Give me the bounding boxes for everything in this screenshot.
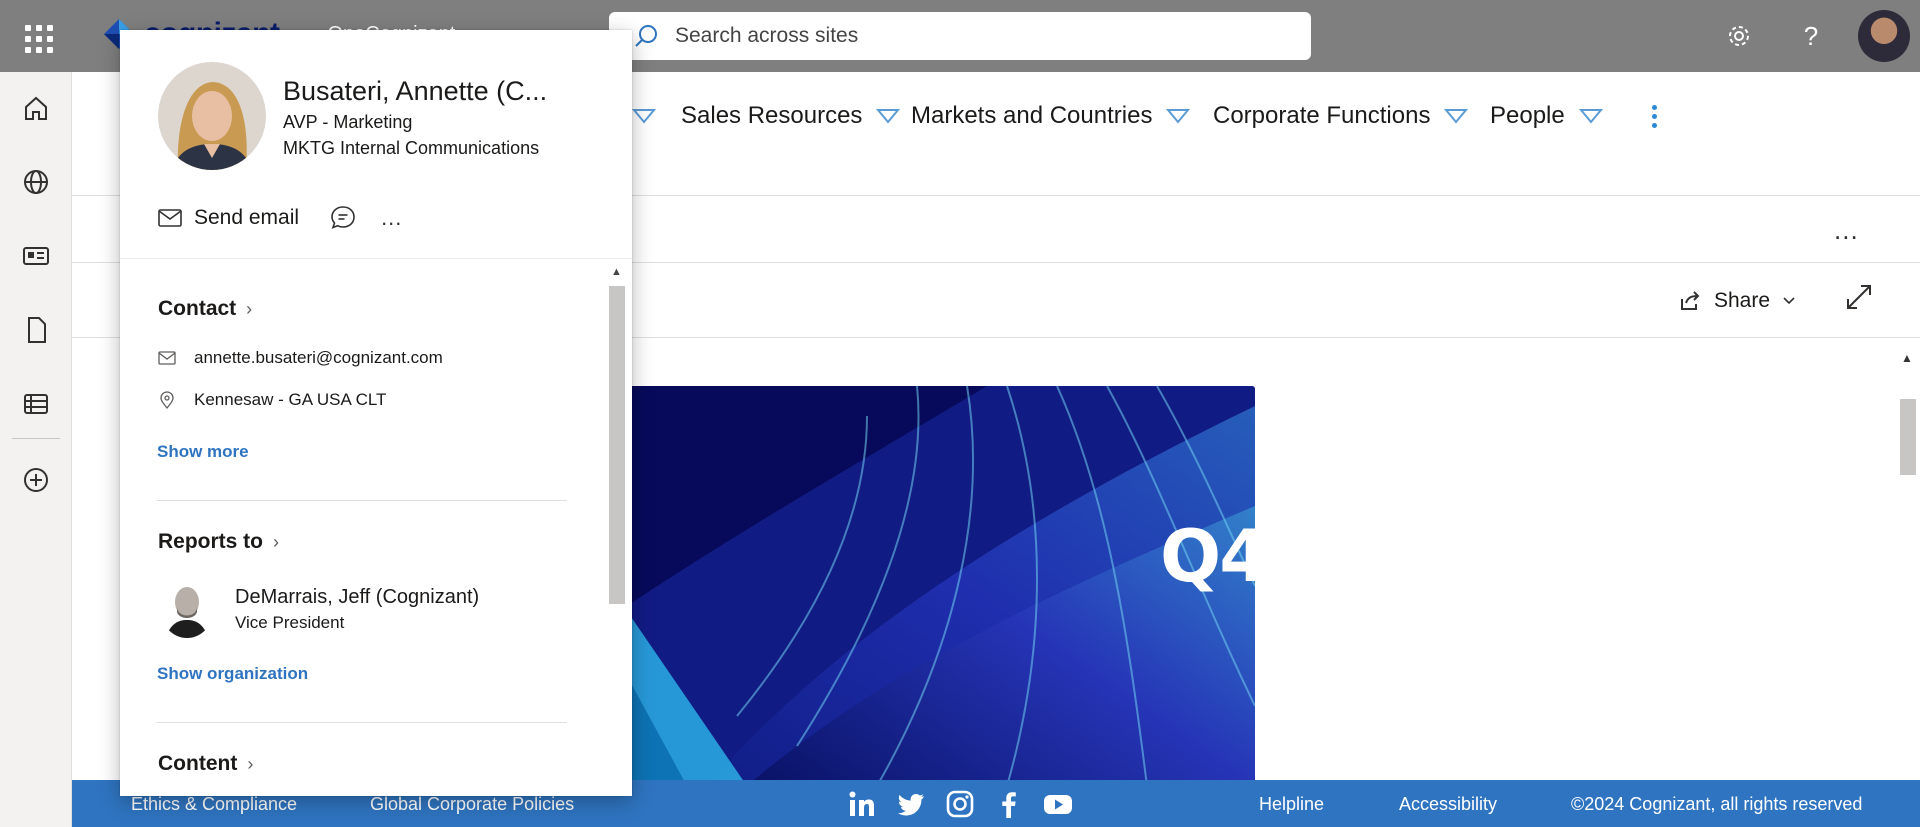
profile-actions: Send email ...	[158, 200, 402, 236]
chevron-down-icon[interactable]	[1782, 296, 1796, 306]
contact-heading[interactable]: Contact ›	[158, 297, 252, 321]
chat-icon[interactable]	[329, 204, 357, 232]
home-icon[interactable]	[20, 92, 52, 124]
contact-location-row: Kennesaw - GA USA CLT	[158, 390, 386, 410]
app-bar	[0, 72, 72, 827]
footer-link-ethics[interactable]: Ethics & Compliance	[131, 794, 297, 815]
globe-icon[interactable]	[20, 166, 52, 198]
reports-to-heading[interactable]: Reports to ›	[158, 530, 279, 554]
manager-title: Vice President	[235, 613, 345, 632]
share-label[interactable]: Share	[1714, 289, 1770, 313]
section-divider	[157, 500, 567, 501]
add-icon[interactable]	[20, 464, 52, 496]
nav-label[interactable]: Corporate Functions	[1213, 102, 1430, 130]
search-icon	[635, 25, 657, 47]
linkedin-icon[interactable]	[846, 788, 878, 820]
nav-item-markets[interactable]: Markets and Countries	[911, 92, 1191, 140]
list-icon[interactable]	[20, 388, 52, 420]
more-vertical-icon[interactable]	[1639, 92, 1669, 140]
card-scrollbar[interactable]: ▲ ▼	[606, 262, 628, 796]
nav-label[interactable]: Sales Resources	[681, 102, 862, 130]
contact-location: Kennesaw - GA USA CLT	[194, 390, 387, 409]
appbar-divider	[12, 438, 60, 439]
twitter-icon[interactable]	[895, 788, 927, 820]
location-pin-icon	[160, 391, 174, 409]
chevron-down-icon[interactable]	[1578, 108, 1603, 124]
show-organization-link[interactable]: Show organization	[157, 664, 308, 684]
profile-photo	[158, 62, 266, 170]
file-icon[interactable]	[20, 314, 52, 346]
contact-email[interactable]: annette.busateri@cognizant.com	[194, 348, 443, 368]
share-icon	[1681, 291, 1700, 310]
mail-icon	[158, 209, 182, 227]
card-header-divider	[120, 258, 632, 259]
manager-photo[interactable]	[160, 578, 214, 638]
content-heading[interactable]: Content ›	[158, 752, 253, 776]
send-email-button[interactable]: Send email	[158, 206, 299, 230]
scrollbar-thumb[interactable]	[609, 286, 625, 604]
footer-link-accessibility[interactable]: Accessibility	[1399, 794, 1497, 815]
contact-heading-label[interactable]: Contact	[158, 297, 236, 321]
question-icon[interactable]: ?	[1793, 18, 1829, 54]
chevron-right-icon[interactable]: ›	[246, 299, 252, 320]
search-placeholder[interactable]: Search across sites	[675, 24, 858, 48]
scroll-up-icon[interactable]: ▲	[611, 266, 622, 278]
share-button[interactable]: Share	[1678, 282, 1796, 320]
content-heading-label[interactable]: Content	[158, 752, 237, 776]
profile-department: MKTG Internal Communications	[283, 138, 540, 158]
nav-label[interactable]: Markets and Countries	[911, 102, 1152, 130]
youtube-icon[interactable]	[1042, 788, 1074, 820]
more-actions-icon[interactable]: ...	[381, 205, 402, 231]
reports-to-label[interactable]: Reports to	[158, 530, 263, 554]
chevron-down-icon[interactable]	[1444, 108, 1469, 124]
show-more-link[interactable]: Show more	[157, 442, 249, 462]
send-email-label[interactable]: Send email	[194, 206, 299, 230]
instagram-icon[interactable]	[944, 788, 976, 820]
profile-name: Busateri, Annette (C...	[283, 76, 548, 106]
facebook-icon[interactable]	[993, 788, 1025, 820]
search-box[interactable]: Search across sites	[609, 12, 1311, 60]
more-options-icon[interactable]: ...	[1834, 215, 1859, 246]
chevron-down-icon[interactable]	[1166, 108, 1191, 124]
footer-link-policies[interactable]: Global Corporate Policies	[370, 794, 574, 815]
app-launcher-icon[interactable]	[18, 18, 54, 54]
expand-icon[interactable]	[1844, 282, 1874, 312]
profile-card: Busateri, Annette (C... AVP - Marketing …	[120, 30, 632, 796]
help-glyph: ?	[1803, 20, 1819, 51]
nav-item-corporate-functions[interactable]: Corporate Functions	[1213, 92, 1469, 140]
nav-label[interactable]: People	[1490, 102, 1565, 130]
manager-name[interactable]: DeMarrais, Jeff (Cognizant)	[235, 586, 479, 609]
hero-overlay-text: Q4	[1160, 514, 1269, 598]
footer-copyright: ©2024 Cognizant, all rights reserved	[1571, 794, 1863, 814]
scroll-up-icon[interactable]: ▲	[1901, 351, 1913, 365]
section-divider	[157, 722, 567, 723]
contact-email-row[interactable]: annette.busateri@cognizant.com	[158, 348, 443, 368]
page-scrollbar[interactable]: ▲ ▼	[1896, 347, 1920, 827]
user-avatar[interactable]	[1858, 10, 1910, 62]
mail-icon	[158, 351, 176, 365]
gear-icon[interactable]	[1721, 18, 1757, 54]
chevron-right-icon[interactable]: ›	[273, 532, 279, 553]
footer-link-helpline[interactable]: Helpline	[1259, 794, 1324, 815]
nav-item-sales-resources[interactable]: Sales Resources	[681, 92, 901, 140]
scrollbar-thumb[interactable]	[1900, 399, 1916, 475]
chevron-down-icon[interactable]	[632, 108, 656, 124]
chevron-right-icon[interactable]: ›	[247, 754, 253, 775]
news-icon[interactable]	[20, 240, 52, 272]
chevron-down-icon[interactable]	[876, 108, 901, 124]
profile-title: AVP - Marketing	[283, 112, 413, 132]
nav-item-people[interactable]: People	[1490, 92, 1603, 140]
